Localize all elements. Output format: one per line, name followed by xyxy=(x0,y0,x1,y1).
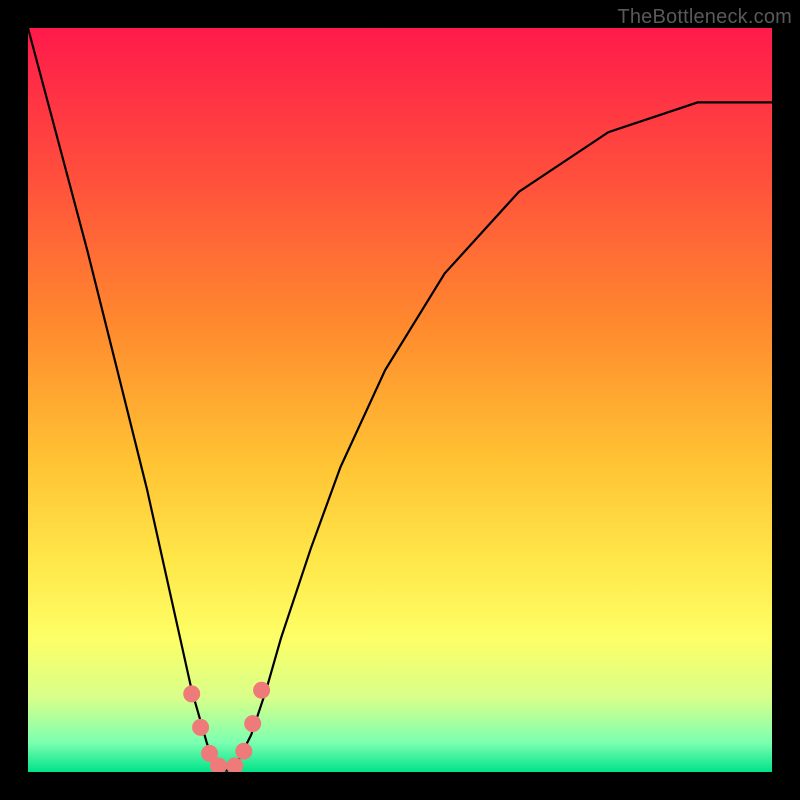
marker-dot xyxy=(253,682,270,699)
bottleneck-chart xyxy=(28,28,772,772)
marker-dot xyxy=(235,743,252,760)
gradient-background xyxy=(28,28,772,772)
marker-dot xyxy=(183,685,200,702)
marker-dot xyxy=(192,719,209,736)
chart-frame xyxy=(28,28,772,772)
marker-dot xyxy=(244,715,261,732)
watermark-text: TheBottleneck.com xyxy=(617,6,792,29)
